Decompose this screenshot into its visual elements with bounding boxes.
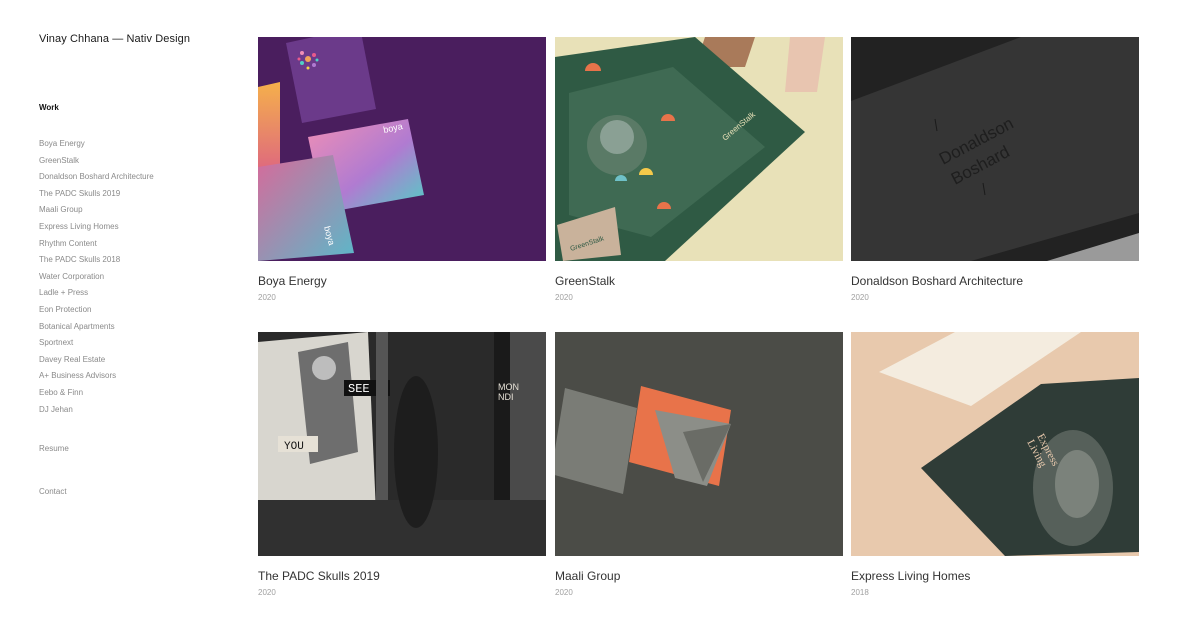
nav-item-padc-skulls-2018[interactable]: The PADC Skulls 2018 [39, 252, 154, 269]
project-thumbnail[interactable]: boya boya [258, 37, 546, 261]
project-card-donaldson-boshard[interactable]: Donaldson Boshard Donaldson Boshard Arch… [851, 37, 1139, 302]
project-title[interactable]: GreenStalk [555, 274, 615, 288]
project-card-boya-energy[interactable]: boya boya Boya Energy 2020 [258, 37, 546, 302]
nav-item-boya-energy[interactable]: Boya Energy [39, 136, 154, 153]
project-card-maali-group[interactable]: Maali Group 2020 [555, 332, 843, 597]
project-thumbnail[interactable] [555, 332, 843, 556]
nav-item-eebo-finn[interactable]: Eebo & Finn [39, 385, 154, 402]
project-thumbnail[interactable]: Donaldson Boshard [851, 37, 1139, 261]
boya-energy-image: boya boya [258, 37, 546, 261]
padc-poster-text-2: NDI [498, 392, 514, 402]
project-title[interactable]: The PADC Skulls 2019 [258, 569, 380, 583]
project-thumbnail[interactable]: Express Living [851, 332, 1139, 556]
resume-link[interactable]: Resume [39, 444, 69, 453]
nav-item-dj-jehan[interactable]: DJ Jehan [39, 402, 154, 419]
nav-item-maali-group[interactable]: Maali Group [39, 202, 154, 219]
nav-item-donaldson-boshard[interactable]: Donaldson Boshard Architecture [39, 169, 154, 186]
nav-item-greenstalk[interactable]: GreenStalk [39, 153, 154, 170]
project-title[interactable]: Boya Energy [258, 274, 327, 288]
project-title[interactable]: Maali Group [555, 569, 620, 583]
donaldson-boshard-image: Donaldson Boshard [851, 37, 1139, 261]
contact-link[interactable]: Contact [39, 487, 67, 496]
greenstalk-image: GreenStalk GreenStalk [555, 37, 843, 261]
express-living-image: Express Living [851, 332, 1139, 556]
nav-list: Boya Energy GreenStalk Donaldson Boshard… [39, 136, 154, 418]
nav-item-davey-real-estate[interactable]: Davey Real Estate [39, 352, 154, 369]
project-year: 2020 [555, 588, 573, 597]
padc-poster-text-1: MON [498, 382, 519, 392]
nav-item-ladle-press[interactable]: Ladle + Press [39, 285, 154, 302]
project-year: 2020 [258, 293, 276, 302]
project-title[interactable]: Donaldson Boshard Architecture [851, 274, 1023, 288]
project-card-greenstalk[interactable]: GreenStalk GreenStalk GreenStalk 2020 [555, 37, 843, 302]
nav-item-rhythm-content[interactable]: Rhythm Content [39, 236, 154, 253]
nav-heading-work[interactable]: Work [39, 103, 59, 112]
project-card-express-living-homes[interactable]: Express Living Express Living Homes 2018 [851, 332, 1139, 597]
nav-item-padc-skulls-2019[interactable]: The PADC Skulls 2019 [39, 186, 154, 203]
site-title[interactable]: Vinay Chhana — Nativ Design [39, 33, 190, 45]
project-year: 2020 [555, 293, 573, 302]
nav-item-botanical-apartments[interactable]: Botanical Apartments [39, 319, 154, 336]
project-title[interactable]: Express Living Homes [851, 569, 970, 583]
maali-group-image [555, 332, 843, 556]
project-year: 2020 [851, 293, 869, 302]
project-thumbnail[interactable]: SEE YOU MON NDI [258, 332, 546, 556]
project-year: 2020 [258, 588, 276, 597]
nav-item-a-plus-business[interactable]: A+ Business Advisors [39, 368, 154, 385]
nav-item-express-living[interactable]: Express Living Homes [39, 219, 154, 236]
nav-item-eon-protection[interactable]: Eon Protection [39, 302, 154, 319]
padc-you-text: YOU [284, 441, 304, 453]
nav-item-sportnext[interactable]: Sportnext [39, 335, 154, 352]
nav-item-water-corporation[interactable]: Water Corporation [39, 269, 154, 286]
project-card-padc-skulls-2019[interactable]: SEE YOU MON NDI The PADC Skulls 2019 202… [258, 332, 546, 597]
padc-see-text: SEE [348, 382, 370, 396]
project-year: 2018 [851, 588, 869, 597]
padc-skulls-image: SEE YOU MON NDI [258, 332, 546, 556]
project-thumbnail[interactable]: GreenStalk GreenStalk [555, 37, 843, 261]
